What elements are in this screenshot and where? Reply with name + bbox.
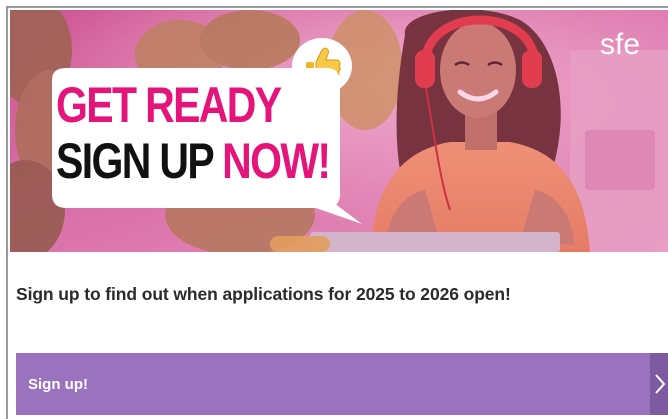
page-headline: Sign up to find out when applications fo… — [16, 284, 511, 304]
cta-arrow-area[interactable] — [650, 353, 668, 415]
sign-up-label: Sign up! — [28, 376, 88, 393]
sign-up-button[interactable]: Sign up! — [16, 353, 668, 415]
bubble-line-2a: SIGN UP — [56, 133, 214, 189]
chevron-right-icon — [655, 374, 666, 394]
bubble-line-2: SIGN UP NOW! — [56, 133, 331, 189]
sfe-logo: sfe — [600, 28, 640, 61]
bubble-line-2b: NOW! — [222, 133, 331, 189]
bubble-line-1: GET READY — [56, 77, 282, 133]
hero-banner: sfe GET READY SIGN UP NOW! — [10, 10, 668, 252]
bubble-headline: GET READY SIGN UP NOW! — [56, 80, 346, 186]
